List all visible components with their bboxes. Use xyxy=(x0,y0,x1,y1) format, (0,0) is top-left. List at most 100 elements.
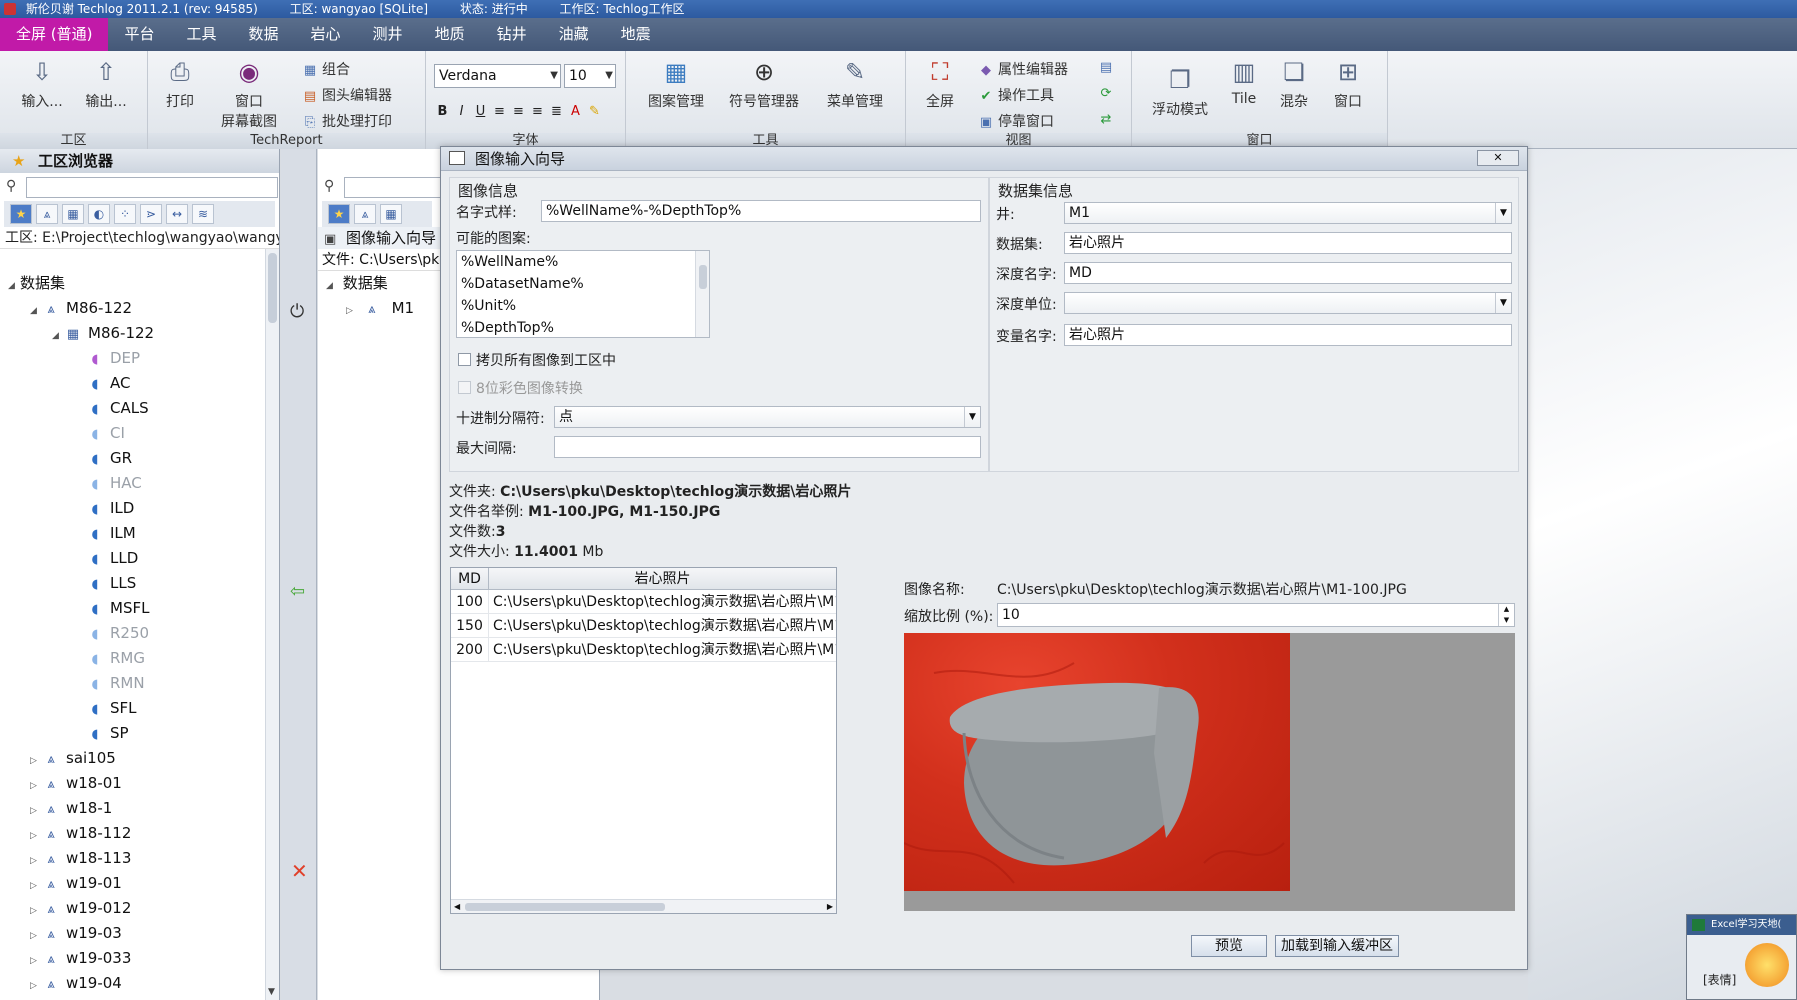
scrollbar-thumb[interactable] xyxy=(268,253,277,323)
window-screenshot-button[interactable]: ◉ 窗口 屏幕截图 xyxy=(214,57,284,131)
dialog-close-button[interactable]: ✕ xyxy=(1477,150,1519,166)
well-filter-icon[interactable]: ⩓ xyxy=(36,204,58,224)
tree-item[interactable]: ▷ ⩓ w18-1 xyxy=(0,796,265,821)
decimal-separator-select[interactable]: 点 ▼ xyxy=(554,406,981,428)
import-search-input[interactable] xyxy=(344,177,444,198)
tree-item[interactable]: ▷⩓w19-05 xyxy=(0,996,265,1000)
symbol-manager-button[interactable]: ⊕ 符号管理器 xyxy=(726,57,802,111)
table-row[interactable]: 150 C:\Users\pku\Desktop\techlog演示数据\岩心照… xyxy=(451,614,836,638)
tree-item[interactable]: ◖ RMG xyxy=(0,646,265,671)
scroll-down-icon[interactable]: ▼ xyxy=(268,987,275,997)
taskbar-thumbnail[interactable]: Excel学习天地( [表情] xyxy=(1686,914,1797,1000)
dataset-filter-icon[interactable]: ▦ xyxy=(380,204,402,224)
menu-geology[interactable]: 地质 xyxy=(419,18,481,51)
favorites-icon[interactable]: ★ xyxy=(10,204,32,224)
pattern-manager-button[interactable]: ▦ 图案管理 xyxy=(644,57,708,111)
save-icon[interactable]: ▤ xyxy=(1098,59,1118,75)
table-row[interactable]: 200 C:\Users\pku\Desktop\techlog演示数据\岩心照… xyxy=(451,638,836,662)
tree-item[interactable]: ◖ CALS xyxy=(0,396,265,421)
copy-images-checkbox[interactable] xyxy=(458,353,471,366)
menu-core[interactable]: 岩心 xyxy=(295,18,357,51)
link-icon[interactable]: ↔ xyxy=(166,204,188,224)
list-item[interactable]: %DatasetName% xyxy=(457,273,709,295)
tree-item[interactable]: ◖ SP xyxy=(0,721,265,746)
header-editor-button[interactable]: ▤ 图头编辑器 xyxy=(302,85,392,105)
font-name-select[interactable]: Verdana ▼ xyxy=(434,64,561,88)
power-icon[interactable]: ⏻ xyxy=(290,301,304,322)
font-color-icon[interactable]: A xyxy=(567,103,584,121)
tree-item[interactable]: ◖ CI xyxy=(0,421,265,446)
tree-item[interactable]: ◖ LLS xyxy=(0,571,265,596)
menu-seismic[interactable]: 地震 xyxy=(605,18,667,51)
menu-manager-button[interactable]: ✎ 菜单管理 xyxy=(822,57,888,111)
import-button[interactable]: ⇩ 输入... xyxy=(14,57,70,111)
menu-data[interactable]: 数据 xyxy=(233,18,295,51)
highlight-icon[interactable]: ✎ xyxy=(586,103,603,121)
table-hscrollbar[interactable]: ◀ ▶ xyxy=(451,899,836,913)
preview-button[interactable]: 预览 xyxy=(1191,935,1267,957)
list-item[interactable]: %Unit% xyxy=(457,295,709,317)
depth-name-input[interactable]: MD xyxy=(1064,262,1512,284)
tree-item[interactable]: ◖ ILD xyxy=(0,496,265,521)
tree-item[interactable]: ◖ RMN xyxy=(0,671,265,696)
tree-item[interactable]: ▷ ⩓ w18-112 xyxy=(0,821,265,846)
browser-search-input[interactable] xyxy=(26,177,278,198)
depth-unit-select[interactable]: ▼ xyxy=(1064,292,1512,314)
refresh-icon[interactable]: ⟳ xyxy=(1098,85,1118,101)
well-filter-icon[interactable]: ⩓ xyxy=(354,204,376,224)
batch-print-button[interactable]: ⎘ 批处理打印 xyxy=(302,111,392,131)
fullscreen-button[interactable]: ⛶ 全屏 xyxy=(920,57,960,111)
patterns-list[interactable]: %WellName% %DatasetName% %Unit% %DepthTo… xyxy=(456,250,710,338)
menu-platform[interactable]: 平台 xyxy=(108,18,170,51)
column-header-photo[interactable]: 岩心照片 xyxy=(489,568,836,589)
tree-item[interactable]: ◖ GR xyxy=(0,446,265,471)
tree-item[interactable]: ◢ 数据集 xyxy=(0,271,265,296)
table-row[interactable]: 100 C:\Users\pku\Desktop\techlog演示数据\岩心照… xyxy=(451,590,836,614)
float-mode-button[interactable]: ❐ 浮动模式 xyxy=(1148,65,1212,119)
align-left-icon[interactable]: ≡ xyxy=(491,103,508,121)
name-pattern-input[interactable]: %WellName%-%DepthTop% xyxy=(541,200,981,222)
dataset-input[interactable]: 岩心照片 xyxy=(1064,232,1512,254)
tree-item[interactable]: ▷ ⩓ w19-04 xyxy=(0,971,265,996)
list-item[interactable]: %WellName% xyxy=(457,251,709,273)
dataset-filter-icon[interactable]: ▦ xyxy=(62,204,84,224)
operation-tools-button[interactable]: ✔ 操作工具 xyxy=(978,85,1054,105)
scroll-right-icon[interactable]: ▶ xyxy=(827,900,833,913)
patterns-scrollbar[interactable] xyxy=(695,251,709,337)
tile-button[interactable]: ▥ Tile xyxy=(1224,57,1264,107)
property-editor-button[interactable]: ◆ 属性编辑器 xyxy=(978,59,1068,79)
underline-icon[interactable]: U xyxy=(472,103,489,121)
tree-item[interactable]: ◖ SFL xyxy=(0,696,265,721)
tree-item[interactable]: ▷ ⩓ sai105 xyxy=(0,746,265,771)
tree-item[interactable]: ◖ DEP xyxy=(0,346,265,371)
tree-item[interactable]: ◖ R250 xyxy=(0,621,265,646)
font-size-select[interactable]: 10 ▼ xyxy=(564,64,616,88)
bold-icon[interactable]: B xyxy=(434,103,451,121)
favorites-icon[interactable]: ★ xyxy=(328,204,350,224)
scatter-icon[interactable]: ⁘ xyxy=(114,204,136,224)
combine-button[interactable]: ▦ 组合 xyxy=(302,59,350,79)
tree-item[interactable]: ◖ MSFL xyxy=(0,596,265,621)
well-select[interactable]: M1 ▼ xyxy=(1064,202,1512,224)
tree-item[interactable]: ◖ AC xyxy=(0,371,265,396)
list-item[interactable]: %DepthTop% xyxy=(457,317,709,337)
scroll-left-icon[interactable]: ◀ xyxy=(454,900,460,913)
align-right-icon[interactable]: ≡ xyxy=(529,103,546,121)
print-button[interactable]: ⎙ 打印 xyxy=(160,57,200,111)
menu-tools[interactable]: 工具 xyxy=(171,18,233,51)
align-center-icon[interactable]: ≡ xyxy=(510,103,527,121)
spin-arrows-icon[interactable]: ▲ ▼ xyxy=(1498,604,1514,626)
tree-item[interactable]: ◖ LLD xyxy=(0,546,265,571)
tree-item[interactable]: ▷ ⩓ w19-03 xyxy=(0,921,265,946)
tree-item[interactable]: ▷ ⩓ w19-012 xyxy=(0,896,265,921)
tree-item[interactable]: ▷ ⩓ w19-01 xyxy=(0,871,265,896)
window-button[interactable]: ⊞ 窗口 xyxy=(1328,57,1368,111)
max-interval-input[interactable] xyxy=(554,436,981,458)
database-icon[interactable]: ≋ xyxy=(192,204,214,224)
zoom-spinbox[interactable]: 10 ▲ ▼ xyxy=(997,603,1515,627)
load-to-buffer-button[interactable]: 加载到输入缓冲区 xyxy=(1275,935,1399,957)
python-icon[interactable]: ◐ xyxy=(88,204,110,224)
menu-logging[interactable]: 测井 xyxy=(357,18,419,51)
export-button[interactable]: ⇧ 输出... xyxy=(78,57,134,111)
menu-drilling[interactable]: 钻井 xyxy=(481,18,543,51)
